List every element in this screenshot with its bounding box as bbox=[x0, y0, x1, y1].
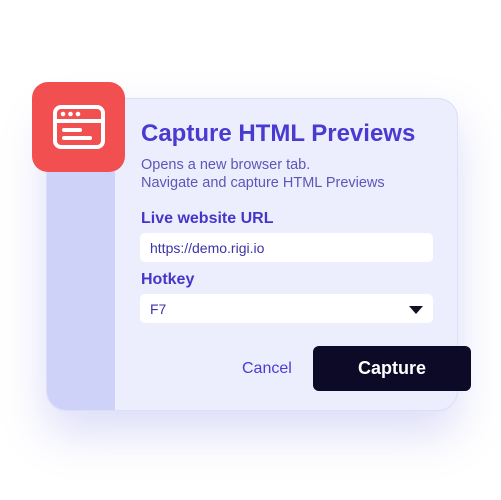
hotkey-field-label: Hotkey bbox=[141, 271, 195, 288]
capture-button[interactable]: Capture bbox=[313, 346, 471, 391]
description-line: Opens a new browser tab. bbox=[141, 157, 311, 173]
caret-down-icon bbox=[409, 305, 423, 314]
stage: Capture HTML Previews Opens a new browse… bbox=[0, 0, 501, 500]
description-line: Navigate and capture HTML Previews bbox=[141, 175, 385, 191]
app-icon-tile bbox=[32, 82, 125, 172]
url-field-label: Live website URL bbox=[141, 210, 274, 227]
dialog-title: Capture HTML Previews bbox=[141, 120, 416, 147]
hotkey-selected-value: F7 bbox=[150, 300, 167, 317]
browser-window-icon bbox=[52, 105, 105, 149]
dialog-description: Opens a new browser tab. Navigate and ca… bbox=[141, 156, 385, 192]
cancel-button[interactable]: Cancel bbox=[236, 355, 298, 383]
hotkey-select[interactable]: F7 bbox=[140, 294, 433, 323]
url-input[interactable] bbox=[140, 233, 433, 262]
